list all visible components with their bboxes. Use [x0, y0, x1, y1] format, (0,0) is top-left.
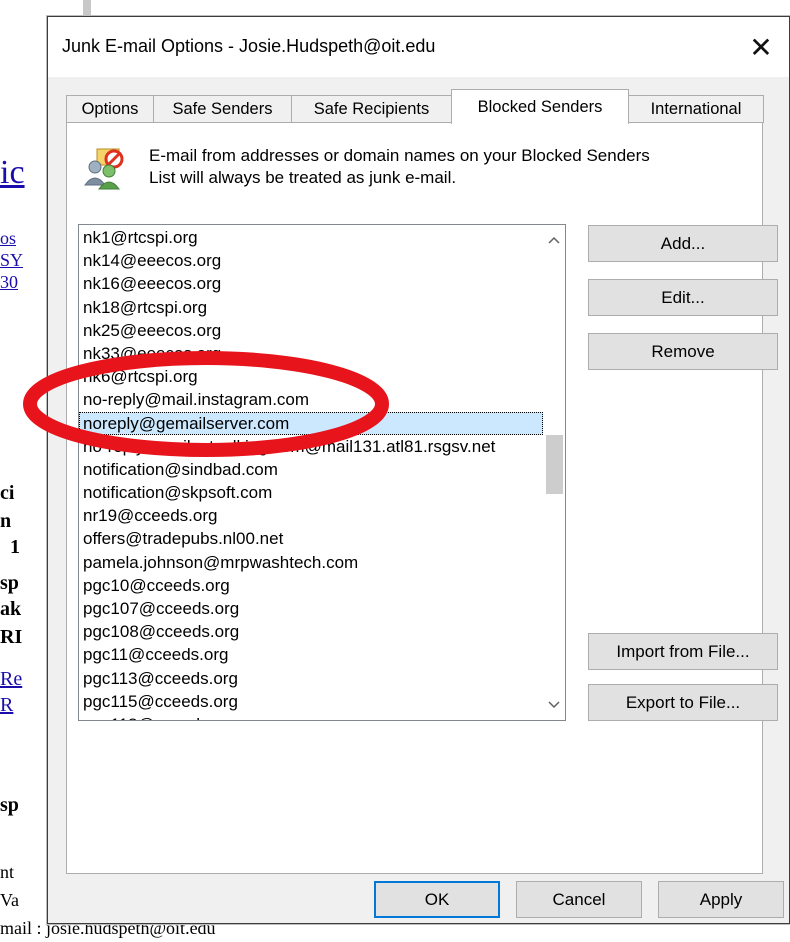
blocked-sender-item[interactable]: no-reply@mail.instagram.com [79, 388, 543, 411]
blocked-senders-panel: E-mail from addresses or domain names on… [66, 122, 778, 874]
edit-button[interactable]: Edit... [588, 279, 778, 316]
blocked-sender-item[interactable]: nk18@rtcspi.org [79, 296, 543, 319]
blocked-sender-item[interactable]: notification@skpsoft.com [79, 481, 543, 504]
add-button[interactable]: Add... [588, 225, 778, 262]
background-text-fragment: ak [0, 598, 22, 620]
blocked-sender-item[interactable]: pgc113@cceeds.org [79, 667, 543, 690]
blocked-sender-item[interactable]: no-reply-emails=toolking.com@mail131.atl… [79, 435, 543, 458]
blocked-users-icon [84, 148, 124, 190]
blocked-senders-list-items: nk1@rtcspi.org nk14@eeecos.org nk16@eeecos… [79, 226, 543, 720]
blocked-sender-item[interactable]: noreply@gemailserver.com [79, 411, 543, 435]
dialog-titlebar: Junk E-mail Options - Josie.Hudspeth@oit… [48, 17, 789, 77]
description-line-1: E-mail from addresses or domain names on… [149, 146, 650, 165]
list-scrollbar[interactable] [543, 225, 565, 720]
blocked-sender-item[interactable]: nk6@rtcspi.org [79, 365, 543, 388]
tab-safe-recipients[interactable]: Safe Recipients [291, 95, 452, 123]
scroll-down-button[interactable] [543, 694, 565, 716]
background-text-fragment: sp [0, 572, 19, 594]
blocked-sender-item[interactable]: nk14@eeecos.org [79, 249, 543, 272]
blocked-sender-item[interactable]: nk16@eeecos.org [79, 272, 543, 295]
close-icon: ✕ [749, 31, 773, 63]
blocked-senders-description: E-mail from addresses or domain names on… [149, 145, 749, 189]
description-line-2: List will always be treated as junk e-ma… [149, 168, 457, 187]
tab-safe-senders[interactable]: Safe Senders [153, 95, 292, 123]
background-text-fragment: Va [0, 890, 19, 910]
chevron-up-icon [548, 236, 560, 244]
scroll-up-button[interactable] [543, 229, 565, 251]
background-text-fragment: ci [0, 482, 15, 504]
close-button[interactable]: ✕ [733, 17, 789, 77]
blocked-sender-item[interactable]: nk1@rtcspi.org [79, 226, 543, 249]
blocked-sender-item[interactable]: pgc108@cceeds.org [79, 620, 543, 643]
background-text-fragment: Re [0, 668, 23, 690]
background-text-fragment: n [0, 510, 12, 532]
blocked-sender-item[interactable]: pgc107@cceeds.org [79, 597, 543, 620]
blocked-sender-item[interactable]: nr19@cceeds.org [79, 504, 543, 527]
blocked-sender-item[interactable]: notification@sindbad.com [79, 458, 543, 481]
apply-button[interactable]: Apply [658, 881, 784, 918]
tab-blocked-senders[interactable]: Blocked Senders [451, 89, 629, 124]
export-to-file-button[interactable]: Export to File... [588, 684, 778, 721]
junk-email-options-dialog: Junk E-mail Options - Josie.Hudspeth@oit… [47, 16, 790, 924]
background-text-fragment: 30 [0, 272, 18, 292]
blocked-sender-item[interactable]: pgc10@cceeds.org [79, 574, 543, 597]
blocked-sender-item[interactable]: pgc115@cceeds.org [79, 690, 543, 713]
scroll-thumb[interactable] [546, 435, 563, 494]
remove-button[interactable]: Remove [588, 333, 778, 370]
cancel-button[interactable]: Cancel [516, 881, 642, 918]
ok-button[interactable]: OK [374, 881, 500, 918]
background-text-fragment: nt [0, 862, 15, 882]
background-text-fragment: SY [0, 250, 24, 270]
tab-international[interactable]: International [628, 95, 764, 123]
blocked-sender-item[interactable]: pgc11@cceeds.org [79, 643, 543, 666]
blocked-sender-item[interactable]: nk33@eeecos.org [79, 342, 543, 365]
background-text-fragment: ic [0, 154, 25, 191]
blocked-senders-list[interactable]: nk1@rtcspi.org nk14@eeecos.org nk16@eeecos… [78, 224, 566, 721]
background-text-fragment: RI [0, 626, 23, 648]
blocked-sender-item[interactable]: pamela.johnson@mrpwashtech.com [79, 551, 543, 574]
background-text-fragment: sp [0, 794, 19, 816]
chevron-down-icon [548, 701, 560, 709]
dialog-title: Junk E-mail Options - Josie.Hudspeth@oit… [62, 36, 436, 56]
background-text-fragment: os [0, 228, 17, 248]
blocked-sender-item[interactable]: nk25@eeecos.org [79, 319, 543, 342]
background-text-fragment: 1 [10, 536, 20, 558]
blocked-sender-item[interactable]: offers@tradepubs.nl00.net [79, 527, 543, 550]
blocked-sender-item[interactable]: pgc118@cceeds.org [79, 713, 543, 720]
tab-options[interactable]: Options [66, 95, 154, 123]
import-from-file-button[interactable]: Import from File... [588, 633, 778, 670]
background-text-fragment: R [0, 694, 14, 716]
